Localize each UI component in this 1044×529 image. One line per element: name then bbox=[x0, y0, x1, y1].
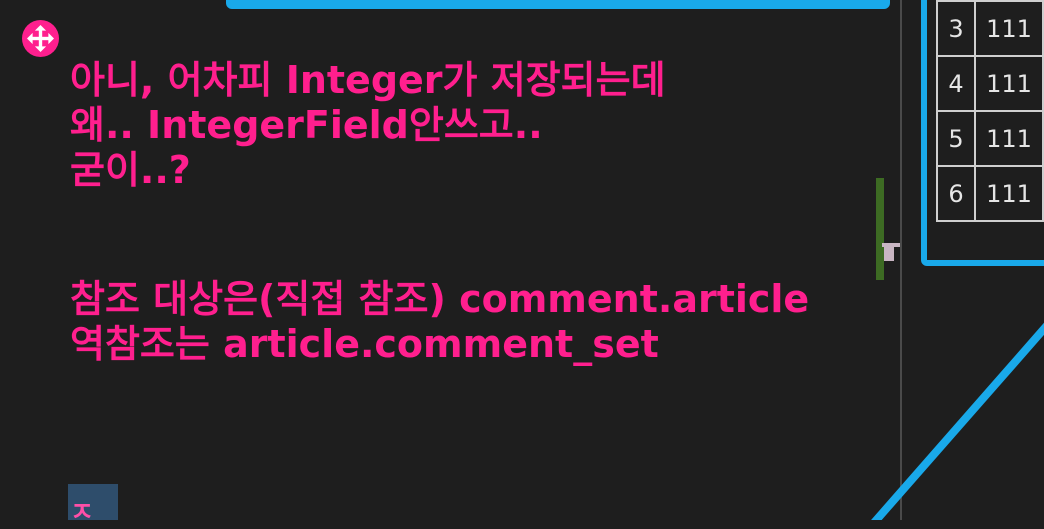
thumbnail-image[interactable]: ㅈ bbox=[68, 484, 118, 528]
minimap-change-marker bbox=[876, 178, 884, 280]
table-cell-index: 4 bbox=[935, 55, 977, 112]
annotation-line: 아니, 어차피 Integer가 저장되는데 bbox=[70, 58, 666, 102]
table-cell-index: 6 bbox=[935, 165, 977, 222]
minimap-cursor-marker bbox=[884, 247, 894, 261]
annotation-line: 굳이..? bbox=[70, 148, 191, 192]
table-cell-index: 3 bbox=[935, 0, 977, 57]
blue-pen-stroke-top bbox=[226, 0, 890, 9]
table-row: 3 111 bbox=[935, 0, 1044, 57]
table-cell-value: 111 bbox=[974, 165, 1044, 222]
data-table: 3 111 4 111 5 111 6 111 bbox=[935, 0, 1044, 222]
table-cell-value: 111 bbox=[974, 0, 1044, 57]
annotation-line: 왜.. IntegerField안쓰고.. bbox=[70, 103, 543, 147]
move-arrows-icon[interactable] bbox=[22, 20, 59, 57]
table-cell-value: 111 bbox=[974, 110, 1044, 167]
table-cell-index: 5 bbox=[935, 110, 977, 167]
table-row: 4 111 bbox=[935, 55, 1044, 112]
annotation-spacer bbox=[70, 193, 910, 277]
table-row: 6 111 bbox=[935, 165, 1044, 222]
thumbnail-glyph: ㅈ bbox=[70, 498, 94, 528]
annotation-line: 역참조는 article.comment_set bbox=[70, 322, 659, 366]
annotation-line: 참조 대상은(직접 참조) comment.article bbox=[70, 277, 810, 321]
table-cell-value: 111 bbox=[974, 55, 1044, 112]
annotation-text-block[interactable]: 아니, 어차피 Integer가 저장되는데 왜.. IntegerField안… bbox=[70, 58, 910, 367]
editor-split-divider[interactable] bbox=[900, 0, 902, 520]
table-row: 5 111 bbox=[935, 110, 1044, 167]
